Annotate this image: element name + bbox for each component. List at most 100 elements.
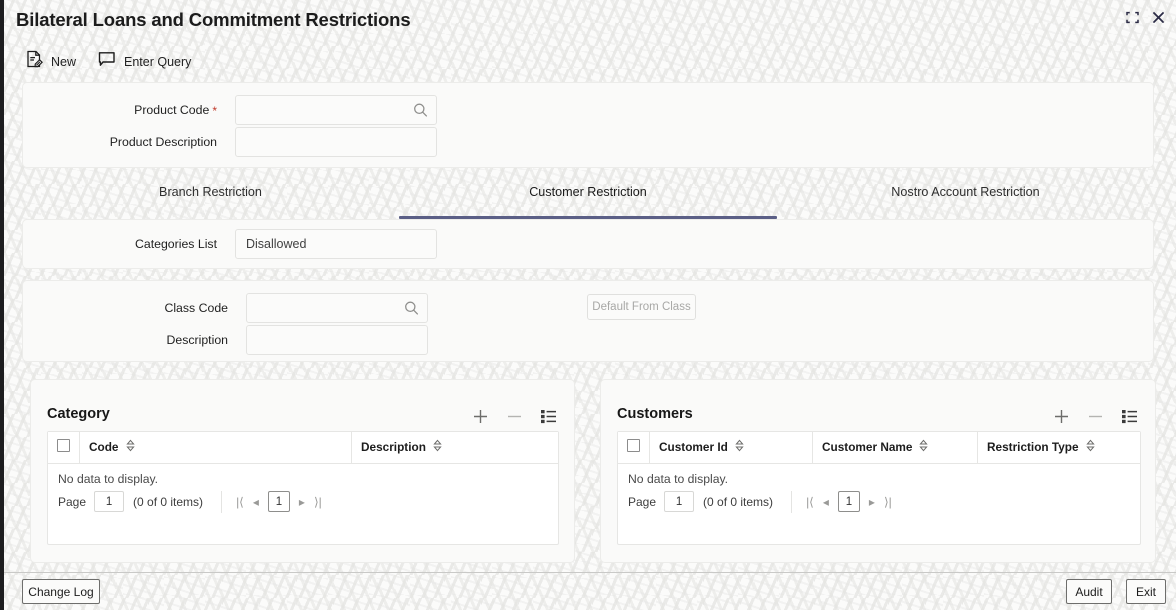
footer-divider [0, 572, 1176, 573]
sort-icon[interactable] [735, 439, 744, 455]
tab-customer-restriction[interactable]: Customer Restriction [399, 185, 777, 219]
close-icon[interactable] [1151, 10, 1166, 25]
categories-list-card: Categories List Disallowed [22, 219, 1154, 269]
category-table: Code Description No data to display. Pag… [47, 431, 559, 545]
window-controls [1125, 10, 1166, 25]
sort-icon[interactable] [433, 439, 442, 455]
audit-button[interactable]: Audit [1066, 579, 1112, 604]
page-number-input[interactable]: 1 [664, 491, 695, 512]
customers-table: Customer Id Customer Name Restriction Ty… [617, 431, 1141, 545]
page-label: Page [628, 494, 657, 509]
sort-icon[interactable] [919, 439, 929, 455]
categories-list-value: Disallowed [246, 237, 307, 251]
table-header-row: Customer Id Customer Name Restriction Ty… [618, 432, 1140, 464]
delete-row-button[interactable] [1087, 408, 1104, 425]
category-grid-title: Category [47, 406, 110, 422]
action-toolbar: New Enter Query [0, 44, 1176, 79]
last-page-button[interactable]: ⟩| [884, 496, 892, 508]
exit-button[interactable]: Exit [1126, 579, 1166, 604]
next-page-button[interactable]: ▸ [299, 496, 305, 508]
category-pager: Page 1 (0 of 0 items) |⟨ ◂ 1 ▸ ⟩| [48, 490, 558, 522]
change-log-button[interactable]: Change Log [22, 579, 100, 604]
tab-nostro-account-restriction[interactable]: Nostro Account Restriction [777, 185, 1154, 215]
previous-page-button[interactable]: ◂ [823, 496, 829, 508]
search-icon[interactable] [413, 103, 428, 118]
search-icon[interactable] [404, 301, 419, 316]
product-code-row: Product Code * [127, 95, 437, 125]
customers-grid-title: Customers [617, 406, 693, 422]
last-page-button[interactable]: ⟩| [314, 496, 322, 508]
column-header-code-label: Code [89, 440, 119, 455]
next-page-button[interactable]: ▸ [869, 496, 875, 508]
select-all-checkbox[interactable] [57, 439, 70, 453]
add-row-button[interactable] [472, 408, 489, 425]
category-grid-actions [472, 408, 557, 425]
first-page-button[interactable]: |⟨ [806, 496, 814, 508]
new-document-icon [26, 50, 43, 73]
restore-down-icon[interactable] [1125, 10, 1140, 25]
column-header-customer-id[interactable]: Customer Id [649, 432, 813, 464]
window-header: Bilateral Loans and Commitment Restricti… [0, 0, 1176, 44]
column-header-description-label: Description [361, 440, 426, 455]
class-code-row: Class Code [153, 293, 428, 323]
tab-customer-restriction-label: Customer Restriction [529, 185, 647, 199]
single-view-button[interactable] [1121, 409, 1138, 424]
product-card: Product Code * Product Description [22, 82, 1154, 168]
customers-empty-message: No data to display. [628, 471, 729, 486]
product-description-row: Product Description [110, 127, 437, 157]
product-description-label: Product Description [109, 135, 217, 149]
page-title: Bilateral Loans and Commitment Restricti… [16, 9, 411, 30]
class-description-label: Description [166, 333, 228, 347]
default-from-class-label: Default From Class [592, 301, 691, 313]
select-all-checkbox[interactable] [627, 439, 640, 453]
item-count-text: (0 of 0 items) [133, 494, 204, 509]
enter-query-button[interactable]: Enter Query [98, 51, 191, 72]
tab-bar: Branch Restriction Customer Restriction … [22, 185, 1154, 219]
add-row-button[interactable] [1053, 408, 1070, 425]
column-header-code[interactable]: Code [79, 432, 352, 464]
single-view-button[interactable] [540, 409, 557, 424]
new-button-label: New [51, 54, 77, 69]
product-code-label: Product Code [134, 103, 210, 117]
column-header-restriction-type-label: Restriction Type [987, 440, 1079, 455]
new-button[interactable]: New [26, 50, 76, 73]
change-log-button-label: Change Log [28, 584, 94, 599]
page-label: Page [58, 494, 87, 509]
column-header-description[interactable]: Description [351, 432, 558, 464]
tab-branch-restriction[interactable]: Branch Restriction [22, 185, 399, 215]
select-all-header [618, 432, 650, 464]
default-from-class-button[interactable]: Default From Class [587, 294, 696, 320]
product-description-input[interactable] [235, 127, 437, 157]
select-all-header [48, 432, 80, 464]
speech-bubble-icon [98, 51, 116, 72]
current-page-button[interactable]: 1 [267, 491, 290, 512]
audit-button-label: Audit [1075, 584, 1103, 599]
category-grid-panel: Category Code Description No data to dis… [30, 379, 575, 563]
delete-row-button[interactable] [506, 408, 523, 425]
class-card: Class Code Description [22, 280, 1154, 362]
page-number-input[interactable]: 1 [94, 491, 125, 512]
tab-nostro-account-restriction-label: Nostro Account Restriction [891, 185, 1040, 199]
enter-query-button-label: Enter Query [124, 54, 192, 69]
class-code-label: Class Code [164, 301, 228, 315]
column-header-customer-name[interactable]: Customer Name [812, 432, 978, 464]
first-page-button[interactable]: |⟨ [236, 496, 244, 508]
class-description-input[interactable] [246, 325, 428, 355]
product-code-input[interactable] [235, 95, 437, 125]
pager-divider [221, 490, 223, 513]
categories-list-row: Categories List Disallowed [127, 229, 437, 259]
sort-icon[interactable] [1085, 439, 1095, 455]
categories-list-label: Categories List [134, 237, 217, 251]
exit-button-label: Exit [1135, 584, 1156, 599]
sort-icon[interactable] [125, 439, 135, 455]
current-page-button[interactable]: 1 [837, 491, 860, 512]
customers-pager: Page 1 (0 of 0 items) |⟨ ◂ 1 ▸ ⟩| [618, 490, 1140, 522]
column-header-customer-name-label: Customer Name [822, 440, 913, 455]
class-code-input[interactable] [246, 293, 428, 323]
column-header-restriction-type[interactable]: Restriction Type [977, 432, 1140, 464]
categories-list-select[interactable]: Disallowed [235, 229, 437, 259]
customers-grid-actions [1053, 408, 1138, 425]
tab-branch-restriction-label: Branch Restriction [159, 185, 262, 199]
previous-page-button[interactable]: ◂ [253, 496, 259, 508]
application-window: Bilateral Loans and Commitment Restricti… [0, 0, 1176, 610]
